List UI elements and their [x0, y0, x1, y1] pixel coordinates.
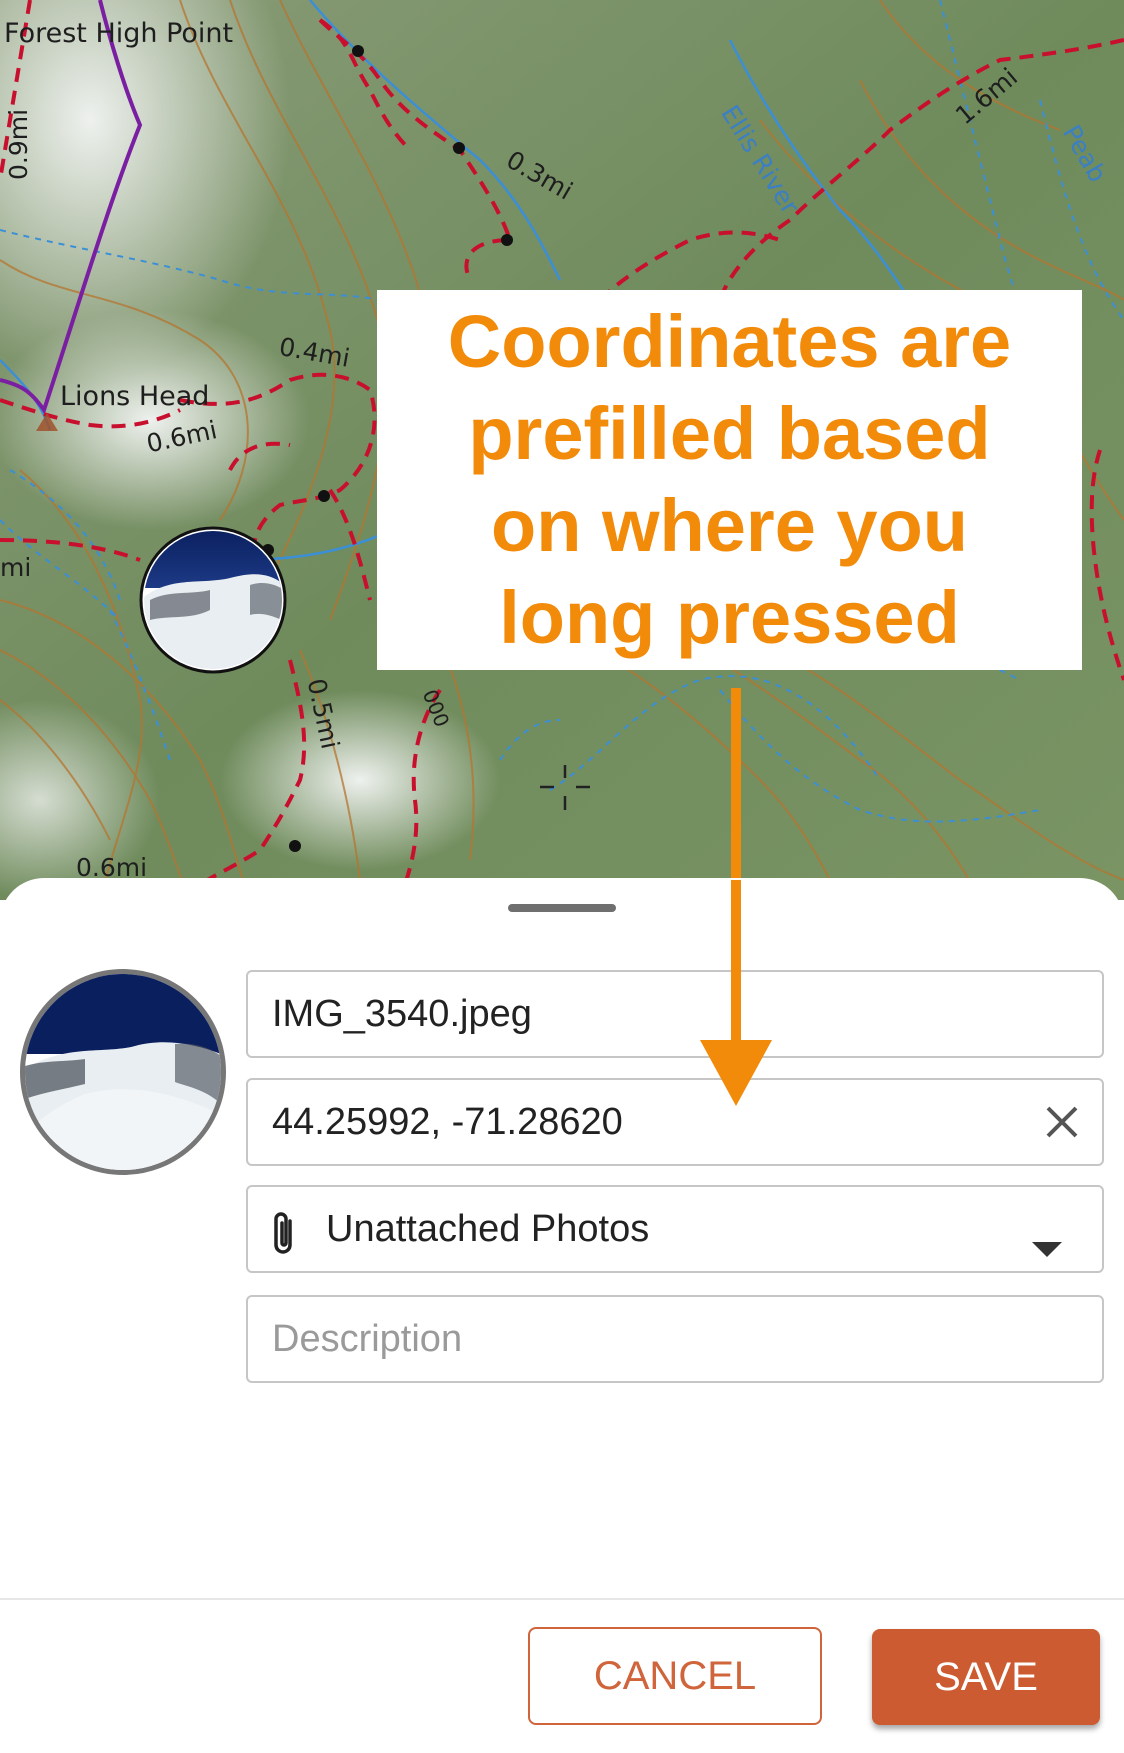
label-forest-high-point: Forest High Point: [4, 18, 234, 49]
distance-label: 0.9mi: [4, 108, 33, 180]
photo-thumbnail: [20, 969, 226, 1175]
callout-line: long pressed: [499, 576, 960, 659]
cancel-button[interactable]: CANCEL: [528, 1627, 822, 1725]
close-icon[interactable]: [1040, 1100, 1084, 1144]
filename-value: IMG_3540.jpeg: [272, 992, 532, 1035]
callout-line: on where you: [491, 484, 968, 567]
drag-handle[interactable]: [508, 904, 616, 912]
bottom-sheet: IMG_3540.jpeg 44.25992, -71.28620 Unatta…: [0, 878, 1124, 1753]
callout-line: prefilled based: [468, 392, 991, 475]
folder-select[interactable]: Unattached Photos: [246, 1185, 1104, 1273]
coordinates-field[interactable]: 44.25992, -71.28620: [246, 1078, 1104, 1166]
description-field[interactable]: Description: [246, 1295, 1104, 1383]
distance-label: mi: [0, 553, 32, 582]
dropdown-arrow-icon: [1032, 1225, 1062, 1268]
label-lions-head: Lions Head: [60, 381, 210, 412]
filename-field[interactable]: IMG_3540.jpeg: [246, 970, 1104, 1058]
callout-line: Coordinates are: [447, 300, 1012, 383]
save-button[interactable]: SAVE: [872, 1629, 1100, 1725]
paperclip-icon: [270, 1209, 298, 1257]
divider: [0, 1598, 1124, 1600]
coordinates-value: 44.25992, -71.28620: [272, 1100, 623, 1143]
callout-annotation: Coordinates are prefilled based on where…: [377, 290, 1082, 670]
folder-value: Unattached Photos: [326, 1207, 650, 1250]
description-placeholder: Description: [272, 1317, 463, 1360]
